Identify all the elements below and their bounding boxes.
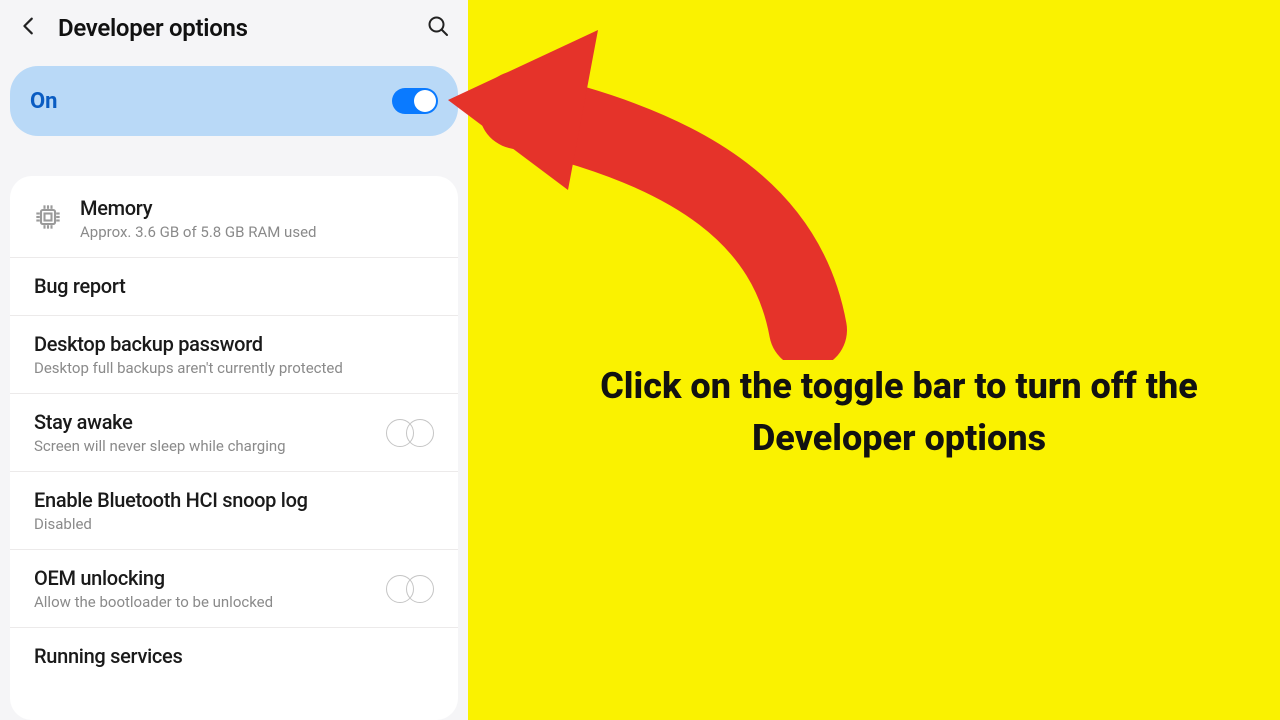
stay-awake-toggle[interactable]	[386, 419, 434, 447]
memory-sub: Approx. 3.6 GB of 5.8 GB RAM used	[80, 223, 434, 241]
oem-unlocking-toggle[interactable]	[386, 575, 434, 603]
settings-card: Memory Approx. 3.6 GB of 5.8 GB RAM used…	[10, 176, 458, 720]
row-desktop-backup-password[interactable]: Desktop backup password Desktop full bac…	[10, 316, 458, 394]
annotation-area: Click on the toggle bar to turn off the …	[468, 0, 1280, 720]
toggle-switch-on[interactable]	[392, 88, 438, 114]
bugreport-title: Bug report	[34, 274, 434, 299]
row-bluetooth-hci-snoop[interactable]: Enable Bluetooth HCI snoop log Disabled	[10, 472, 458, 550]
desktop-title: Desktop backup password	[34, 332, 434, 357]
row-oem-unlocking[interactable]: OEM unlocking Allow the bootloader to be…	[10, 550, 458, 628]
stayawake-sub: Screen will never sleep while charging	[34, 437, 386, 455]
memory-chip-icon	[34, 203, 62, 235]
page-title: Developer options	[58, 14, 408, 42]
running-title: Running services	[34, 644, 434, 669]
oem-title: OEM unlocking	[34, 566, 386, 591]
row-running-services[interactable]: Running services	[10, 628, 458, 673]
header-bar: Developer options	[0, 0, 468, 60]
oem-sub: Allow the bootloader to be unlocked	[34, 593, 386, 611]
desktop-sub: Desktop full backups aren't currently pr…	[34, 359, 434, 377]
developer-options-master-toggle[interactable]: On	[10, 66, 458, 136]
search-icon[interactable]	[426, 14, 450, 42]
back-icon[interactable]	[18, 15, 40, 41]
stayawake-title: Stay awake	[34, 410, 386, 435]
row-bug-report[interactable]: Bug report	[10, 258, 458, 316]
row-stay-awake[interactable]: Stay awake Screen will never sleep while…	[10, 394, 458, 472]
master-toggle-label: On	[30, 89, 58, 114]
bthci-title: Enable Bluetooth HCI snoop log	[34, 488, 434, 513]
settings-screen: Developer options On Memory Approx. 3.6 …	[0, 0, 468, 720]
memory-title: Memory	[80, 196, 434, 221]
bthci-sub: Disabled	[34, 515, 434, 533]
row-memory[interactable]: Memory Approx. 3.6 GB of 5.8 GB RAM used	[10, 180, 458, 258]
callout-arrow-icon	[448, 20, 848, 364]
instruction-text: Click on the toggle bar to turn off the …	[578, 360, 1220, 464]
